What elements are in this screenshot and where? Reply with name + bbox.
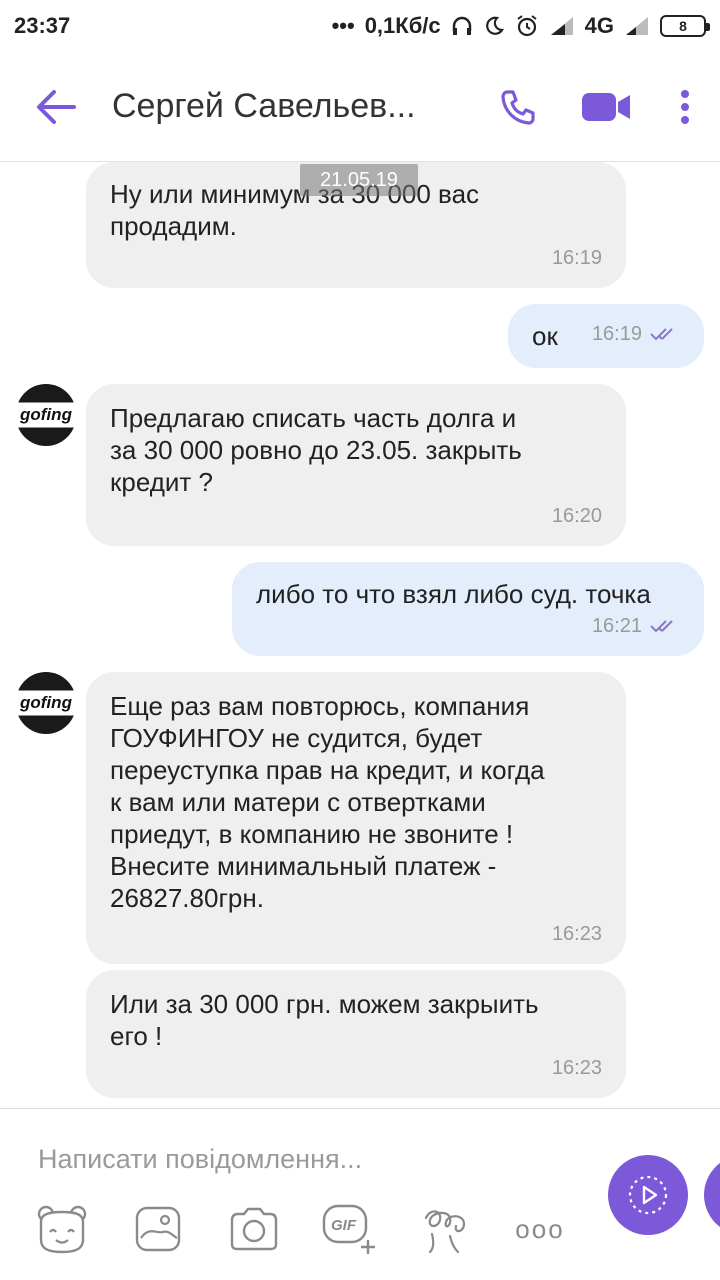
outgoing-message[interactable]: либо то что взял либо суд. точка 16:21 [232,562,704,656]
message-input[interactable] [38,1139,558,1179]
viber-chat-screen: 23:37 ••• 0,1Кб/с 4G 8 Сергей Савельев..… [0,0,720,1280]
back-button[interactable] [0,52,112,162]
date-separator: 21.05.19 [300,164,418,196]
alarm-icon [515,14,539,38]
message-meta: 16:23 [552,1052,602,1084]
message-text: Предлагаю списать часть долга и за 30 00… [110,403,522,497]
message-meta: 16:19 [592,318,680,350]
contact-avatar[interactable]: goﬁng [16,384,76,446]
outgoing-message[interactable]: ок 16:19 [508,304,704,368]
status-time: 23:37 [14,13,71,38]
more-options-button[interactable] [650,52,720,162]
more-horizontal-icon: ooo [515,1213,565,1244]
play-circle-icon [628,1175,668,1215]
moon-icon [483,15,505,37]
doodle-icon [424,1210,466,1254]
net-speed: 0,1Кб/с [364,13,441,38]
message-text: Еще раз вам повторюсь, компания ГОУФИНГО… [110,691,545,913]
camera-icon [230,1207,278,1251]
message-text: либо то что взял либо суд. точка [256,579,651,609]
message-time: 16:19 [551,247,602,269]
camera-button[interactable] [226,1201,282,1257]
network-type: 4G [584,13,614,38]
message-time: 16:23 [551,1057,602,1079]
send-voice-button[interactable] [608,1155,688,1235]
message-text: ок [532,321,558,351]
gif-icon: GIF [322,1204,375,1254]
sticker-icon [37,1205,87,1254]
message-text: Или за 30 000 грн. можем закрыить его ! [110,989,539,1051]
status-dots: ••• [331,13,355,38]
gallery-button[interactable] [130,1201,186,1257]
doodle-button[interactable] [418,1201,474,1257]
avatar-logo-text: goﬁng [20,693,72,712]
message-time: 16:23 [551,923,602,945]
call-button[interactable] [474,52,562,162]
phone-icon [501,89,535,125]
composer-toolbar: GIF ooo [0,1201,600,1261]
incoming-message[interactable]: Или за 30 000 грн. можем закрыить его ! … [86,970,626,1098]
contact-avatar[interactable]: goﬁng [16,672,76,734]
incoming-message[interactable]: Предлагаю списать часть долга и за 30 00… [86,384,626,546]
toolbar-actions [474,52,720,162]
status-indicators: ••• 0,1Кб/с 4G 8 [331,13,710,39]
signal-icon-2 [624,15,650,37]
svg-text:GIF: GIF [331,1217,357,1234]
battery-icon: 8 [660,15,710,37]
gallery-icon [135,1206,181,1252]
message-meta: 16:19 [552,242,602,274]
video-call-button[interactable] [562,52,650,162]
incoming-message[interactable]: Еще раз вам повторюсь, компания ГОУФИНГО… [86,672,626,964]
headphones-icon [451,15,473,37]
message-composer: GIF ooo [0,1108,720,1280]
video-camera-icon [582,92,630,121]
avatar-logo-text: goﬁng [20,405,72,424]
message-meta: 16:21 [592,610,680,642]
message-time: 16:21 [591,615,642,637]
more-vertical-icon [681,89,689,124]
status-bar: 23:37 ••• 0,1Кб/с 4G 8 [0,0,720,52]
secondary-action-button[interactable] [704,1155,720,1235]
signal-icon [549,15,575,37]
more-tools-button[interactable]: ooo [510,1201,570,1257]
message-list[interactable]: 21.05.19 Ну или минимум за 30 000 вас пр… [0,162,720,1108]
sticker-button[interactable] [34,1201,90,1257]
message-time: 16:19 [591,323,642,345]
message-meta: 16:20 [552,500,602,532]
double-check-icon [650,620,673,633]
chat-title[interactable]: Сергей Савельев... [112,87,442,126]
gif-button[interactable]: GIF [322,1201,378,1257]
chat-toolbar: Сергей Савельев... [0,52,720,162]
battery-level: 8 [679,18,687,34]
double-check-icon [650,328,673,341]
arrow-left-icon [37,89,76,124]
message-time: 16:20 [551,505,602,527]
message-meta: 16:23 [552,918,602,950]
